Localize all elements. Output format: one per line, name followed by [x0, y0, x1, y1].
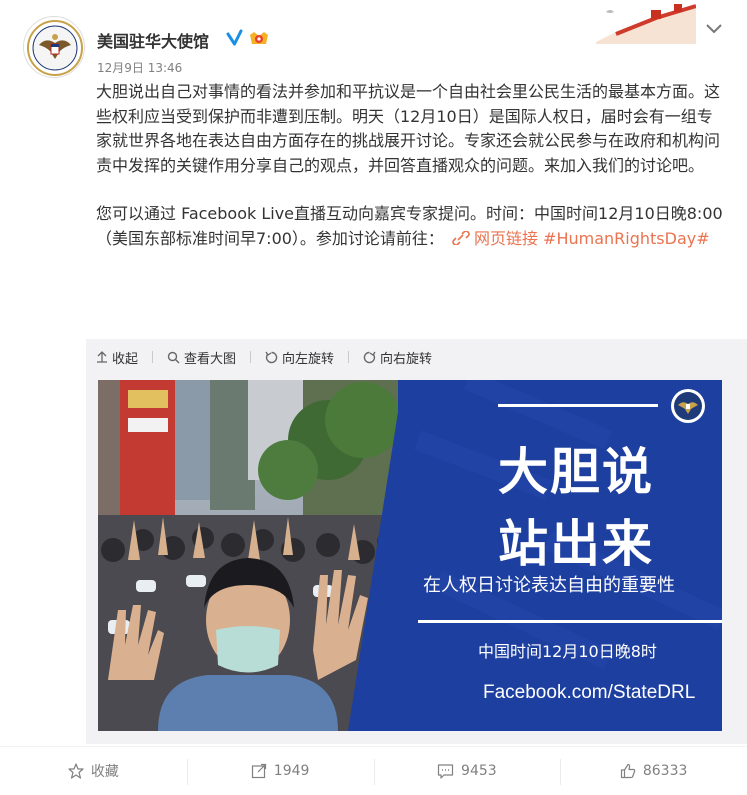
favorite-label: 收藏: [90, 764, 119, 780]
vip-badge-icon[interactable]: [248, 29, 270, 47]
avatar[interactable]: [23, 16, 85, 78]
rotate-left-button[interactable]: 向左旋转: [265, 348, 334, 367]
weibo-post-card: 美国驻华大使馆 12月9日 13:46 大胆说出自己对事情的看法并参加和平抗议是…: [0, 0, 747, 795]
toolbar-divider: [250, 351, 252, 363]
collapse-button[interactable]: 收起: [96, 348, 138, 367]
collapse-label: 收起: [112, 351, 139, 367]
post-action-bar: 收藏 1949 9453 86333: [0, 746, 747, 795]
hashtag-link[interactable]: #HumanRightsDay#: [543, 229, 710, 248]
poster-subtitle: 在人权日讨论表达自由的重要性: [423, 575, 675, 596]
comment-button[interactable]: 9453: [373, 759, 561, 785]
toolbar-divider: [348, 351, 350, 363]
post-body: 大胆说出自己对事情的看法并参加和平抗议是一个自由社会里公民生活的最基本方面。这些…: [96, 80, 724, 275]
post-paragraph-2: 您可以通过 Facebook Live直播互动向嘉宾专家提问。时间：中国时间12…: [96, 202, 724, 251]
like-button[interactable]: 86333: [560, 759, 747, 785]
chevron-down-icon[interactable]: [704, 20, 724, 34]
poster-title-line1: 大胆说: [498, 443, 654, 501]
rotate-left-label: 向左旋转: [282, 351, 335, 367]
collapse-arrow-icon: [97, 351, 107, 363]
rotate-left-icon: [265, 351, 278, 363]
poster-url: Facebook.com/StateDRL: [483, 682, 696, 703]
poster-middle-rule: [418, 620, 722, 623]
thumbs-up-icon: [620, 763, 636, 779]
rotate-right-button[interactable]: 向右旋转: [363, 348, 432, 367]
state-department-seal-icon: [670, 388, 706, 424]
poster-event-time: 中国时间12月10日晚8时: [478, 642, 657, 661]
rotate-right-icon: [363, 351, 376, 363]
view-large-label: 查看大图: [184, 351, 237, 367]
link-icon: [452, 229, 470, 246]
comment-count: 9453: [461, 763, 497, 779]
poster-title-line2: 站出来: [498, 515, 654, 573]
post-paragraph-1: 大胆说出自己对事情的看法并参加和平抗议是一个自由社会里公民生活的最基本方面。这些…: [96, 82, 721, 175]
verified-badge-icon: [226, 29, 243, 46]
rotate-right-label: 向右旋转: [380, 351, 433, 367]
post-timestamp[interactable]: 12月9日 13:46: [97, 59, 182, 76]
great-wall-banner-icon: [596, 4, 697, 44]
poster-top-rule: [498, 404, 658, 407]
post-image[interactable]: 大胆说 站出来 在人权日讨论表达自由的重要性 中国时间12月10日晚8时 Fac…: [98, 380, 722, 731]
account-name[interactable]: 美国驻华大使馆: [97, 28, 209, 52]
web-link-label: 网页链接: [473, 228, 538, 248]
forward-icon: [251, 763, 266, 779]
web-link[interactable]: 网页链接: [444, 229, 538, 248]
comment-icon: [437, 764, 454, 779]
media-toolbar: 收起 查看大图 向左旋转 向右旋转: [86, 339, 747, 375]
toolbar-divider: [152, 351, 154, 363]
embassy-seal-icon: [27, 20, 83, 76]
view-large-button[interactable]: 查看大图: [167, 348, 236, 367]
favorite-button[interactable]: 收藏: [0, 761, 187, 781]
star-icon: [68, 763, 84, 779]
like-count: 86333: [642, 763, 688, 779]
forward-count: 1949: [273, 763, 310, 779]
forward-button[interactable]: 1949: [186, 759, 374, 785]
magnifier-icon: [167, 351, 180, 363]
media-panel: 收起 查看大图 向左旋转 向右旋转 大胆说 站出来 在人权日讨论表达自由的重要性…: [86, 339, 747, 744]
